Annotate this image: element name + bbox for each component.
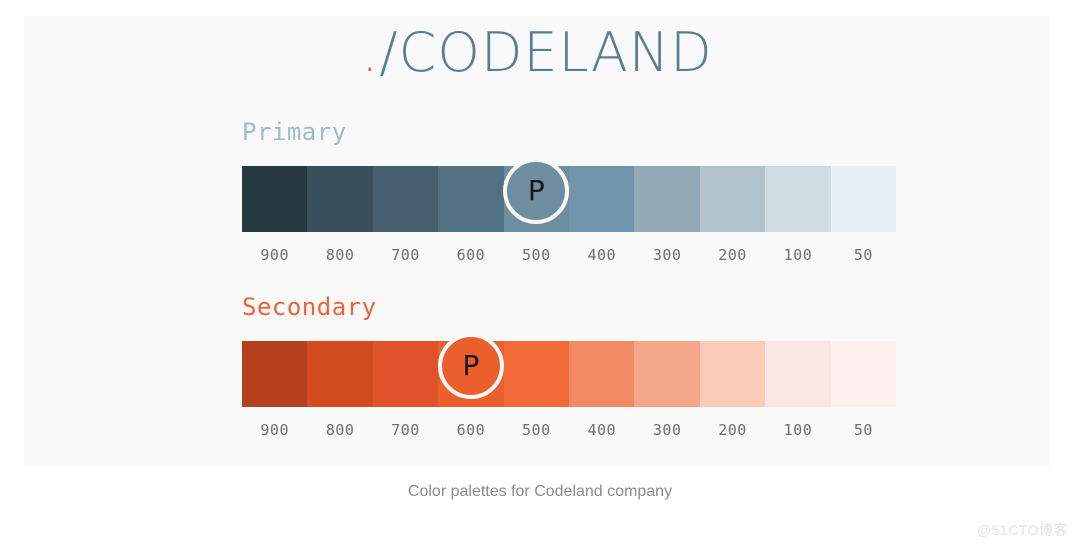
shade-label-secondary-200: 200 bbox=[718, 421, 747, 439]
palette-label-primary: Primary bbox=[242, 118, 347, 146]
brand-dot: . bbox=[361, 21, 380, 84]
shade-label-primary-500: 500 bbox=[522, 246, 551, 264]
shade-labels-primary: 900 800 700 600 500 400 300 200 100 50 bbox=[242, 246, 896, 264]
brand-name: CODELAND bbox=[398, 21, 713, 84]
swatch-primary-200[interactable] bbox=[699, 166, 766, 232]
palette-group-primary: Primary P 900 800 700 600 500 400 300 200 100 50 bbox=[218, 120, 898, 264]
shade-label-secondary-400: 400 bbox=[587, 421, 617, 439]
shade-label-primary-50: 50 bbox=[853, 246, 873, 264]
swatch-primary-700[interactable] bbox=[372, 166, 439, 232]
swatch-primary-600[interactable] bbox=[438, 166, 504, 232]
swatch-secondary-200[interactable] bbox=[699, 341, 766, 407]
primary-marker-primary[interactable]: P bbox=[503, 158, 570, 224]
swatch-secondary-50[interactable] bbox=[830, 341, 897, 407]
swatch-secondary-400[interactable] bbox=[569, 341, 635, 407]
swatch-primary-100[interactable] bbox=[765, 166, 831, 232]
swatch-row-primary: P bbox=[242, 158, 897, 232]
palette-group-secondary: Secondary P 900 800 700 600 500 400 300 200 100 5… bbox=[218, 295, 898, 439]
swatch-primary-900[interactable] bbox=[242, 166, 308, 232]
palette-label-secondary: Secondary bbox=[242, 293, 377, 321]
shade-label-primary-100: 100 bbox=[783, 246, 813, 264]
shade-label-secondary-600: 600 bbox=[456, 421, 486, 439]
figure-caption: Color palettes for Codeland company bbox=[407, 483, 673, 500]
shade-label-primary-600: 600 bbox=[456, 246, 486, 264]
shade-label-secondary-100: 100 bbox=[783, 421, 813, 439]
shade-label-secondary-500: 500 bbox=[522, 421, 551, 439]
swatch-primary-800[interactable] bbox=[307, 166, 373, 232]
brand-slash: / bbox=[379, 21, 399, 84]
swatch-primary-400[interactable] bbox=[569, 166, 635, 232]
shade-label-primary-700: 700 bbox=[391, 246, 420, 264]
shade-label-primary-200: 200 bbox=[718, 246, 747, 264]
shade-label-primary-300: 300 bbox=[652, 246, 682, 264]
shade-label-primary-900: 900 bbox=[260, 246, 289, 264]
watermark: @51CTO博客 bbox=[976, 522, 1068, 538]
shade-label-secondary-900: 900 bbox=[260, 421, 289, 439]
shade-label-primary-400: 400 bbox=[587, 246, 617, 264]
shade-label-secondary-700: 700 bbox=[391, 421, 420, 439]
shade-labels-secondary: 900 800 700 600 500 400 300 200 100 50 bbox=[242, 421, 896, 439]
swatch-secondary-300[interactable] bbox=[634, 341, 700, 407]
swatch-secondary-700[interactable] bbox=[372, 341, 439, 407]
palette-panel: ./CODELAND Primary P 900 800 700 600 500 400 3… bbox=[24, 16, 1050, 467]
shade-label-primary-800: 800 bbox=[325, 246, 355, 264]
shade-label-secondary-300: 300 bbox=[652, 421, 682, 439]
swatch-secondary-100[interactable] bbox=[765, 341, 831, 407]
swatch-secondary-900[interactable] bbox=[242, 341, 308, 407]
swatch-primary-50[interactable] bbox=[830, 166, 897, 232]
swatch-primary-300[interactable] bbox=[634, 166, 700, 232]
shade-label-secondary-50: 50 bbox=[853, 421, 873, 439]
swatch-secondary-500[interactable] bbox=[503, 341, 570, 407]
shade-label-secondary-800: 800 bbox=[325, 421, 355, 439]
primary-marker-secondary[interactable]: P bbox=[437, 333, 504, 399]
swatch-secondary-800[interactable] bbox=[307, 341, 373, 407]
brand-title: ./CODELAND bbox=[24, 26, 1050, 80]
swatch-row-secondary: P bbox=[242, 333, 897, 407]
